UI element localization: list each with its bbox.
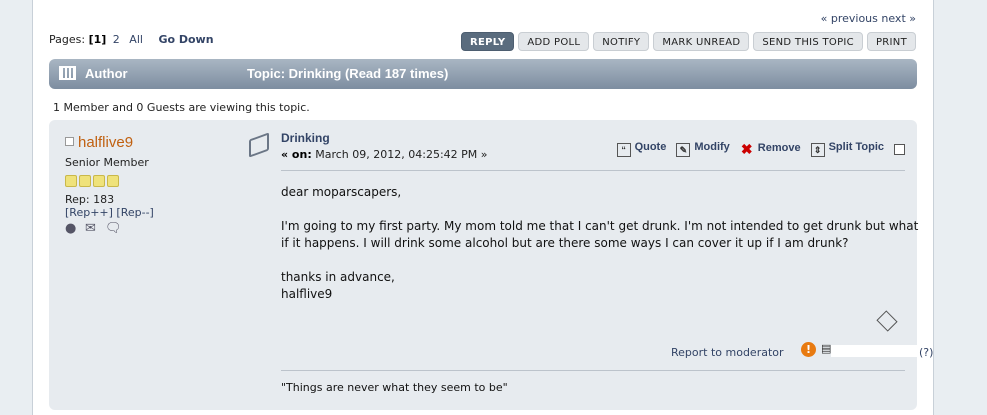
profile-icon[interactable]: ● <box>65 222 80 235</box>
topic-list-icon <box>59 66 76 80</box>
report-to-moderator-link[interactable]: Report to moderator <box>671 346 784 359</box>
post-actions: “Quote ✎ Modify ✖ Remove ⇕ Split Topic <box>616 141 905 157</box>
split-topic-button[interactable]: ⇕ Split Topic <box>810 141 884 157</box>
forum-page: « previous next » Pages: [1] 2 All Go Do… <box>32 0 934 415</box>
star-icon <box>93 175 105 187</box>
ip-help-link[interactable]: (?) <box>919 346 933 359</box>
current-page: [1] <box>88 33 107 46</box>
modify-icon: ✎ <box>676 143 691 157</box>
remove-button[interactable]: ✖ Remove <box>740 142 801 157</box>
email-icon[interactable]: ✉ <box>85 222 100 235</box>
signature: "Things are never what they seem to be" <box>281 381 508 394</box>
member-group: Senior Member <box>65 156 149 169</box>
notify-button[interactable]: NOTIFY <box>593 32 650 51</box>
star-icon <box>65 175 77 187</box>
send-topic-button[interactable]: SEND THIS TOPIC <box>753 32 863 51</box>
viewers-info: 1 Member and 0 Guests are viewing this t… <box>53 101 310 114</box>
post-body: dear moparscapers, I'm going to my first… <box>281 184 921 303</box>
reputation: Rep: 183 <box>65 193 115 206</box>
topic-navigation: « previous next » <box>821 12 916 25</box>
ip-icon: ▤ <box>821 342 832 355</box>
pages-label: Pages: <box>49 33 89 46</box>
post-date: « on: March 09, 2012, 04:25:42 PM » <box>281 148 488 161</box>
divider <box>281 370 905 371</box>
topic-buttons: REPLY ADD POLL NOTIFY MARK UNREAD SEND T… <box>460 32 916 51</box>
modify-button[interactable]: ✎ Modify <box>676 141 730 157</box>
posted-on-label: « on: <box>281 148 312 161</box>
posted-date-value: March 09, 2012, 04:25:42 PM » <box>315 148 488 161</box>
star-icon <box>79 175 91 187</box>
poster-name-link[interactable]: halflive9 <box>78 134 133 151</box>
divider <box>281 170 905 171</box>
rep-minus-link[interactable]: [Rep--] <box>116 206 153 219</box>
rep-plus-link[interactable]: [Rep++] <box>65 206 113 219</box>
pagination: Pages: [1] 2 All Go Down <box>49 33 214 46</box>
poster-info: halflive9 Senior Member Rep: 183 [Rep++]… <box>65 134 235 235</box>
previous-topic-link[interactable]: « previous <box>821 12 878 25</box>
page-2-link[interactable]: 2 <box>113 33 120 46</box>
reply-button[interactable]: REPLY <box>460 32 515 51</box>
mark-unread-button[interactable]: MARK UNREAD <box>653 32 750 51</box>
next-topic-link[interactable]: next » <box>881 12 916 25</box>
post-paragraph: dear moparscapers, <box>281 185 402 199</box>
all-pages-link[interactable]: All <box>129 33 143 46</box>
topic-title: Topic: Drinking (Read 187 times) <box>247 66 449 81</box>
post-paragraph: I'm going to my first party. My mom told… <box>281 219 919 250</box>
message-icon <box>249 132 269 158</box>
member-stars <box>65 175 235 187</box>
post-paragraph: halflive9 <box>281 287 333 301</box>
select-post-checkbox[interactable] <box>894 143 905 155</box>
offline-status-icon <box>65 137 74 146</box>
quote-button[interactable]: “Quote <box>616 141 666 157</box>
add-poll-button[interactable]: ADD POLL <box>518 32 590 51</box>
post-container: halflive9 Senior Member Rep: 183 [Rep++]… <box>49 120 933 410</box>
go-down-link[interactable]: Go Down <box>158 33 213 46</box>
star-icon <box>107 175 119 187</box>
post-paragraph: thanks in advance, <box>281 270 395 284</box>
print-button[interactable]: PRINT <box>866 32 916 51</box>
quote-icon: “ <box>616 143 631 157</box>
split-icon: ⇕ <box>810 143 825 157</box>
post-subject-link[interactable]: Drinking <box>281 131 330 145</box>
personal-message-icon[interactable]: 🗨 <box>105 222 122 235</box>
author-column-title: Author <box>85 66 128 81</box>
remove-icon: ✖ <box>740 140 753 157</box>
ip-address-redacted <box>831 345 917 357</box>
quick-quote-icon[interactable] <box>876 310 898 332</box>
warning-icon[interactable]: ! <box>801 342 816 357</box>
topic-header-bar: Author Topic: Drinking (Read 187 times) <box>49 59 917 89</box>
